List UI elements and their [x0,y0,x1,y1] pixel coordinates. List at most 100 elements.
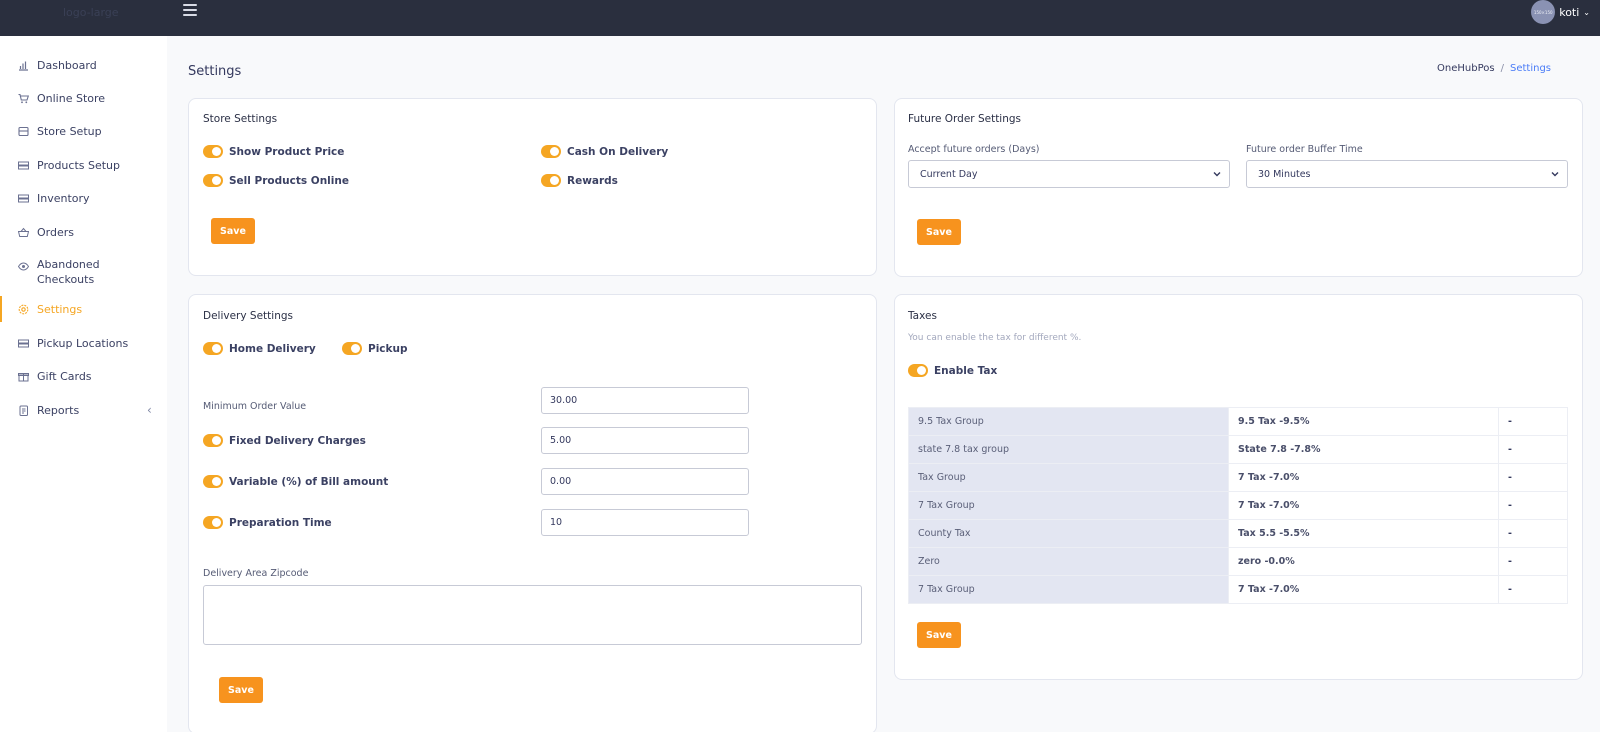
gear-icon [18,304,29,315]
toggle-switch[interactable] [203,516,223,529]
table-row: Zero zero -0.0% - [908,547,1568,576]
future-order-save-button[interactable]: Save [917,219,961,245]
sidebar-item-label: Pickup Locations [37,336,129,350]
select-value: Current Day [920,169,978,180]
toggle-label: Enable Tax [934,364,998,377]
sidebar-item-label: Dashboard [37,58,97,72]
sidebar-item-pickup-locations[interactable]: Pickup Locations [0,328,167,358]
table-row: County Tax Tax 5.5 -5.5% - [908,519,1568,548]
table-row: 7 Tax Group 7 Tax -7.0% - [908,575,1568,604]
buffer-time-label: Future order Buffer Time [1246,144,1363,155]
tax-table: 9.5 Tax Group 9.5 Tax -9.5% - state 7.8 … [908,407,1568,604]
tax-rate-cell: State 7.8 -7.8% [1228,435,1499,464]
store-settings-save-button[interactable]: Save [211,218,255,244]
sidebar-item-inventory[interactable]: Inventory [0,183,167,213]
user-menu[interactable]: 150×150 koti ⌄ [1531,0,1590,24]
buffer-time-select[interactable]: 30 Minutes [1246,160,1568,188]
sidebar-item-orders[interactable]: Orders [0,217,167,247]
chevron-down-icon [1213,172,1221,177]
delivery-zipcode-textarea[interactable] [203,585,862,645]
sidebar-item-dashboard[interactable]: Dashboard [0,50,167,80]
sidebar-item-settings[interactable]: Settings [0,294,167,324]
bar-chart-icon [18,60,29,71]
sidebar-item-label: Online Store [37,91,106,105]
fixed-delivery-charges-toggle[interactable]: Fixed Delivery Charges [203,434,366,447]
sidebar-item-abandoned-checkouts[interactable]: Abandoned Checkouts [0,256,167,290]
sidebar-item-store-setup[interactable]: Store Setup [0,116,167,146]
logo[interactable]: logo-large [63,6,119,19]
sidebar: Dashboard Online Store Store Setup Produ… [0,36,167,732]
toggle-label: Preparation Time [229,516,332,529]
tax-action-cell[interactable]: - [1498,463,1568,492]
sidebar-item-label: Orders [37,225,74,239]
table-row: 7 Tax Group 7 Tax -7.0% - [908,491,1568,520]
store-icon [18,126,29,137]
toggle-switch[interactable] [203,145,223,158]
taxes-title: Taxes [908,310,937,322]
sidebar-item-reports[interactable]: Reports ‹ [0,395,167,425]
toggle-label: Fixed Delivery Charges [229,434,366,447]
pickup-toggle[interactable]: Pickup [342,342,408,355]
accept-future-orders-label: Accept future orders (Days) [908,144,1040,155]
tax-group-cell: 9.5 Tax Group [908,407,1229,436]
toggle-switch[interactable] [541,145,561,158]
toggle-switch[interactable] [203,342,223,355]
chevron-down-icon: ⌄ [1583,7,1590,17]
tax-group-cell: County Tax [908,519,1229,548]
toggle-label: Cash On Delivery [567,145,669,158]
enable-tax-toggle[interactable]: Enable Tax [908,364,997,377]
tax-action-cell[interactable]: - [1498,519,1568,548]
cash-on-delivery-toggle[interactable]: Cash On Delivery [541,145,668,158]
toggle-switch[interactable] [342,342,362,355]
home-delivery-toggle[interactable]: Home Delivery [203,342,316,355]
tax-group-cell: 7 Tax Group [908,491,1229,520]
preparation-time-input[interactable] [541,509,749,536]
breadcrumb-current: Settings [1509,63,1551,74]
taxes-save-button[interactable]: Save [917,622,961,648]
menu-toggle-icon[interactable] [183,4,197,16]
delivery-zipcode-label: Delivery Area Zipcode [203,568,309,579]
tax-action-cell[interactable]: - [1498,491,1568,520]
tax-action-cell[interactable]: - [1498,575,1568,604]
show-product-price-toggle[interactable]: Show Product Price [203,145,344,158]
sidebar-item-label: Reports [37,403,80,417]
sidebar-item-gift-cards[interactable]: Gift Cards [0,361,167,391]
tax-group-cell: 7 Tax Group [908,575,1229,604]
toggle-switch[interactable] [541,174,561,187]
fixed-delivery-charges-input[interactable] [541,427,749,454]
list-icon [18,160,29,171]
tax-action-cell[interactable]: - [1498,407,1568,436]
page-title: Settings [188,64,242,79]
sidebar-item-label: Inventory [37,191,90,205]
toggle-label: Show Product Price [229,145,345,158]
toggle-switch[interactable] [203,434,223,447]
tax-action-cell[interactable]: - [1498,547,1568,576]
toggle-switch[interactable] [203,174,223,187]
reports-icon [18,405,29,416]
sidebar-item-online-store[interactable]: Online Store [0,83,167,113]
user-name: koti [1559,5,1580,19]
tax-action-cell[interactable]: - [1498,435,1568,464]
min-order-value-input[interactable] [541,387,749,414]
sidebar-item-label: Products Setup [37,158,121,172]
accept-future-orders-select[interactable]: Current Day [908,160,1230,188]
sell-products-online-toggle[interactable]: Sell Products Online [203,174,349,187]
table-row: 9.5 Tax Group 9.5 Tax -9.5% - [908,407,1568,436]
future-order-settings-title: Future Order Settings [908,113,1022,125]
sidebar-item-products-setup[interactable]: Products Setup [0,150,167,180]
toggle-switch[interactable] [908,364,928,377]
variable-bill-amount-toggle[interactable]: Variable (%) of Bill amount [203,475,388,488]
store-settings-title: Store Settings [203,113,278,125]
tax-group-cell: Zero [908,547,1229,576]
rewards-toggle[interactable]: Rewards [541,174,618,187]
preparation-time-toggle[interactable]: Preparation Time [203,516,332,529]
toggle-switch[interactable] [203,475,223,488]
variable-bill-amount-input[interactable] [541,468,749,495]
chevron-left-icon[interactable]: ‹ [147,403,152,417]
basket-icon [18,227,29,238]
delivery-settings-save-button[interactable]: Save [219,677,263,703]
breadcrumb-home-link[interactable]: OneHubPos [1437,63,1495,74]
toggle-label: Home Delivery [229,342,316,355]
top-bar: logo-large 150×150 koti ⌄ [0,0,1600,36]
delivery-settings-title: Delivery Settings [203,310,293,322]
